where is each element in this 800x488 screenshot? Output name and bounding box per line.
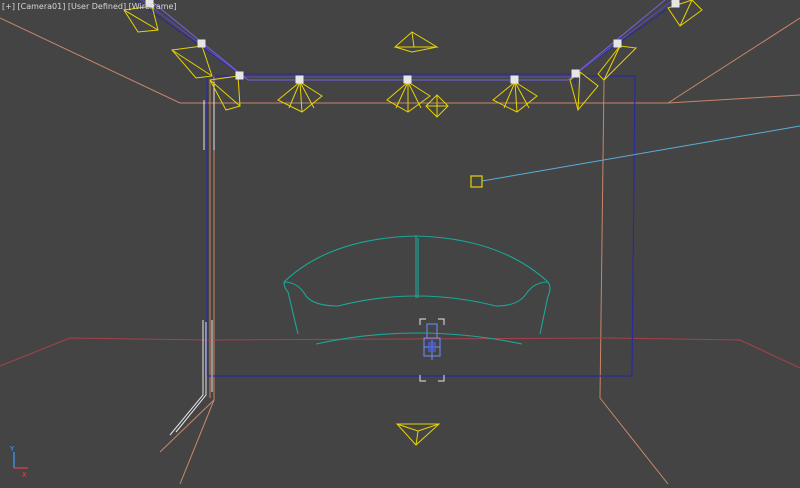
sofa-arm-right: [539, 281, 551, 335]
room-edges: [0, 17, 800, 485]
camera-icon[interactable]: [419, 318, 445, 382]
spotlight-1[interactable]: [277, 75, 323, 113]
sofa-arm-left: [283, 281, 299, 335]
floor-line: [0, 337, 800, 369]
general-viewport-menu[interactable]: [+]: [2, 2, 15, 11]
ceiling-beam: [134, 0, 681, 84]
light-diamond[interactable]: [425, 94, 449, 118]
shading-preset-menu[interactable]: [User Defined]: [68, 2, 126, 11]
ceiling-edge-right: [570, 17, 800, 104]
ceiling-edge-left: [0, 17, 245, 104]
camera-viewport-menu[interactable]: [Camera01]: [18, 2, 66, 11]
axis-gizmo: Y X: [9, 445, 28, 479]
spotlight-3[interactable]: [492, 75, 538, 113]
ceiling-rear-right: [667, 94, 800, 104]
frame-outline[interactable]: [206, 75, 636, 377]
viewport-canvas[interactable]: Y X [+] [Camera01] [User Defined] [Wiref…: [0, 0, 800, 485]
axis-x-label: X: [22, 471, 27, 479]
axis-y-label: Y: [9, 445, 15, 453]
floor-right-edge: [609, 337, 800, 369]
spotlight-right-top[interactable]: [667, 0, 703, 27]
camera-core: [428, 342, 436, 352]
target-box[interactable]: [470, 175, 483, 188]
camera-bracket-tr: [438, 318, 445, 325]
spotlight-2[interactable]: [386, 75, 431, 113]
target-line: [481, 125, 800, 182]
white-edge-left-b: [175, 322, 207, 433]
beam-inner: [149, 0, 666, 81]
beam-outer: [134, 0, 681, 75]
floor-left-bottom: [179, 399, 215, 485]
spot-lights[interactable]: [123, 0, 703, 113]
camera-lens: [426, 323, 438, 339]
wireframe-scene[interactable]: Y X: [0, 0, 800, 485]
sofa-arm-right-top: [495, 281, 549, 307]
floor-middle-edge: [209, 337, 611, 341]
sofa-arm-left-top: [283, 281, 339, 307]
sofa-wireframe[interactable]: [283, 235, 551, 345]
selection-frame[interactable]: [206, 75, 636, 377]
beam-mid: [141, 0, 674, 78]
target-helper[interactable]: [470, 125, 800, 188]
shading-mode-menu[interactable]: [Wireframe]: [129, 2, 177, 11]
light-top-pyramid[interactable]: [393, 31, 439, 53]
sofa-seat-back: [337, 295, 497, 307]
floor-left-edge: [0, 337, 211, 367]
spotlight-left-2[interactable]: [209, 71, 244, 111]
spotlight-right-1[interactable]: [597, 39, 638, 81]
light-bottom-pyramid[interactable]: [395, 423, 441, 446]
camera-bracket-tl: [419, 318, 426, 325]
white-edge-left: [169, 320, 204, 436]
viewport-label-menu: [+] [Camera01] [User Defined] [Wireframe…: [2, 1, 177, 13]
